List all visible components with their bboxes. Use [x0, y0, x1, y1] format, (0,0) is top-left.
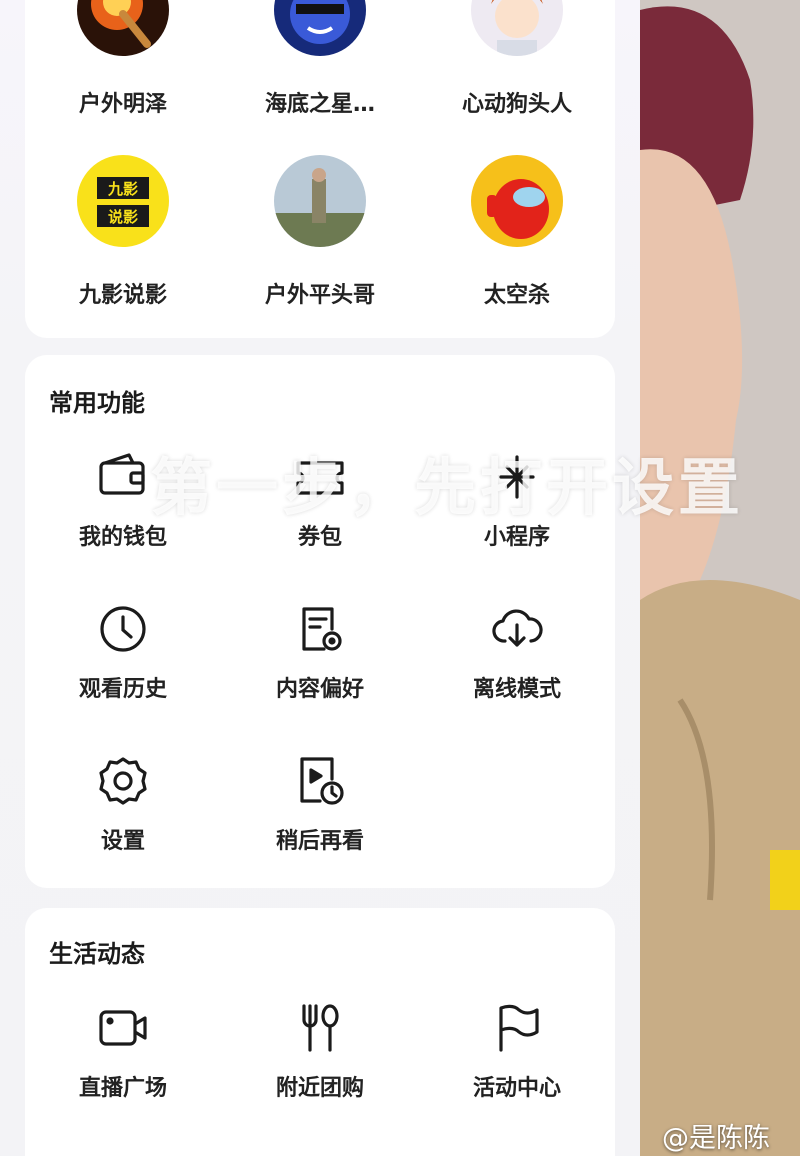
label: 设置 — [100, 829, 145, 854]
label: 稍后再看 — [275, 829, 364, 854]
side-drawer: 户外明泽 海底之星… 心动狗头人 九影 说影 九影说影 户外平头哥 太空杀 常用… — [0, 0, 640, 1156]
follow-name: 太空杀 — [483, 283, 550, 308]
activity-center-button[interactable]: 活动中心 — [419, 1002, 615, 1102]
gear-icon — [97, 755, 149, 807]
clock-icon — [97, 603, 149, 655]
anime-boy-avatar — [471, 0, 563, 56]
label: 观看历史 — [78, 677, 167, 702]
video-caption: 第一步，先打开设置 — [150, 451, 745, 524]
content-preference-button[interactable]: 内容偏好 — [222, 603, 418, 703]
follow-item[interactable]: 九影 说影 九影说影 — [25, 155, 221, 309]
settings-button[interactable]: 设置 — [25, 755, 221, 855]
follow-name: 海底之星… — [264, 92, 375, 117]
flag-icon — [491, 1002, 543, 1054]
follow-item[interactable]: 太空杀 — [419, 155, 615, 309]
watch-later-icon — [294, 755, 346, 807]
live-square-button[interactable]: 直播广场 — [25, 1002, 221, 1102]
space-crewmate-avatar — [471, 155, 563, 247]
wallet-icon — [97, 451, 149, 503]
follow-item[interactable]: 心动狗头人 — [419, 0, 615, 118]
match-flame-avatar — [77, 0, 169, 56]
jiuying-logo-avatar: 九影 说影 — [77, 155, 169, 247]
creator-watermark: @是陈陈 — [662, 1123, 770, 1154]
watch-history-button[interactable]: 观看历史 — [25, 603, 221, 703]
nearby-deals-button[interactable]: 附近团购 — [222, 1002, 418, 1102]
outdoor-man-avatar — [274, 155, 366, 247]
svg-text:九影: 九影 — [107, 180, 138, 198]
cloud-download-icon — [491, 603, 543, 655]
label: 附近团购 — [275, 1076, 364, 1101]
life-dynamics-card: 生活动态 直播广场 附近团购 活动中心 — [25, 908, 615, 1156]
follow-item[interactable]: 户外明泽 — [25, 0, 221, 118]
person-figure — [640, 0, 800, 1156]
preference-doc-icon — [294, 603, 346, 655]
section-title: 生活动态 — [49, 940, 145, 968]
label: 内容偏好 — [275, 677, 364, 702]
follow-name: 户外平头哥 — [264, 283, 375, 308]
follow-name: 心动狗头人 — [461, 92, 572, 117]
section-title: 常用功能 — [49, 389, 145, 417]
svg-text:说影: 说影 — [108, 208, 138, 226]
offline-mode-button[interactable]: 离线模式 — [419, 603, 615, 703]
follow-name: 户外明泽 — [78, 92, 167, 117]
follow-name: 九影说影 — [78, 283, 167, 308]
video-background[interactable] — [640, 0, 800, 1156]
following-card: 户外明泽 海底之星… 心动狗头人 九影 说影 九影说影 户外平头哥 太空杀 — [25, 0, 615, 338]
label: 直播广场 — [78, 1076, 167, 1101]
label: 活动中心 — [472, 1076, 561, 1101]
common-functions-card: 常用功能 我的钱包 券包 小程序 观看历史 内容偏好 离线模式 设置 稍后再看 — [25, 355, 615, 888]
follow-item[interactable]: 户外平头哥 — [222, 155, 418, 309]
camera-icon — [97, 1002, 149, 1054]
follow-item[interactable]: 海底之星… — [222, 0, 418, 118]
cool-face-avatar — [274, 0, 366, 56]
watch-later-button[interactable]: 稍后再看 — [222, 755, 418, 855]
fork-spoon-icon — [294, 1002, 346, 1054]
label: 离线模式 — [472, 677, 561, 702]
